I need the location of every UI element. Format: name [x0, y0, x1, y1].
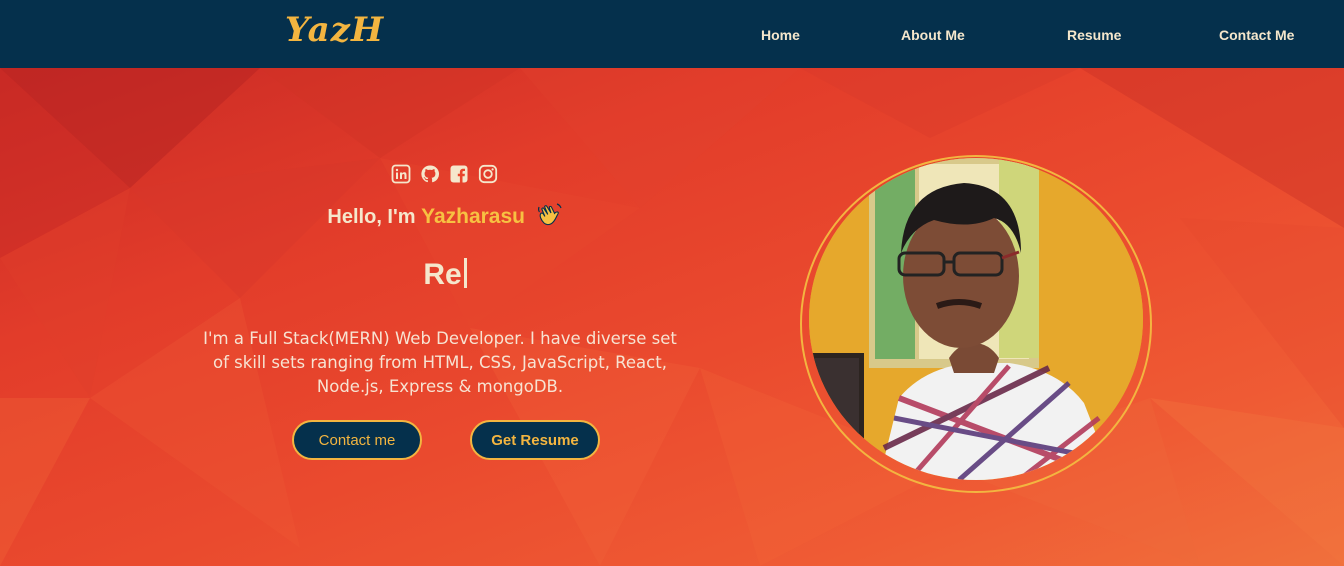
hero-section: Hello, I'm Yazharasu Re I'm a Full Stack…	[0, 68, 1344, 566]
nav-link-resume[interactable]: Resume	[1067, 27, 1121, 43]
greeting-name: Yazharasu	[421, 205, 525, 228]
greeting-heading: Hello, I'm Yazharasu	[0, 201, 890, 229]
linkedin-icon[interactable]	[391, 164, 411, 184]
profile-photo	[809, 158, 1143, 480]
facebook-icon[interactable]	[449, 164, 469, 184]
nav-link-about-me[interactable]: About Me	[901, 27, 965, 43]
get-resume-button[interactable]: Get Resume	[470, 420, 600, 460]
navbar: YazH Home About Me Resume Contact Me	[0, 0, 1344, 68]
typed-text: Re	[423, 258, 462, 291]
logo[interactable]: YazH	[285, 10, 384, 50]
instagram-icon[interactable]	[478, 164, 498, 184]
bio-text: I'm a Full Stack(MERN) Web Developer. I …	[203, 329, 677, 396]
typing-cursor	[463, 258, 467, 288]
waving-hand-icon	[537, 203, 562, 226]
social-links	[391, 164, 498, 184]
github-icon[interactable]	[420, 164, 440, 184]
nav-link-contact-me[interactable]: Contact Me	[1219, 27, 1294, 43]
typed-role-text: Re	[0, 258, 890, 292]
contact-me-button[interactable]: Contact me	[292, 420, 422, 460]
nav-link-home[interactable]: Home	[761, 27, 800, 43]
greeting-prefix: Hello, I'm	[327, 206, 422, 228]
profile-photo-illustration	[809, 158, 1143, 480]
